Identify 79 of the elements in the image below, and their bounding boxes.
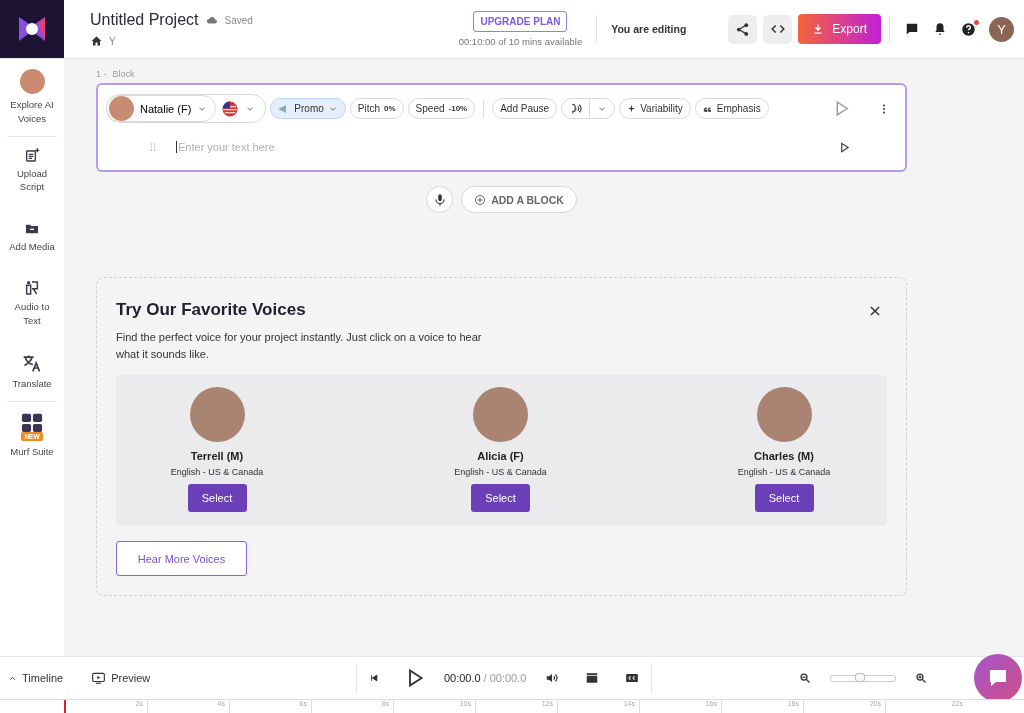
block-number: 1 - [96,69,107,79]
time-available: 00:10:00 of 10 mins available [458,36,583,47]
select-button[interactable]: Select [187,484,247,513]
block-label: Block [112,69,135,79]
sidebar-item[interactable]: Upload Script [4,144,60,197]
user-avatar[interactable]: Y [989,16,1014,42]
avatar-photo [109,96,134,121]
breadcrumb[interactable]: Y [109,35,116,47]
cloud-icon [204,14,219,26]
time-separator: / [483,672,487,684]
avatar-photo [19,69,45,94]
person-board-icon [24,279,40,296]
zoom-out-icon [799,672,811,684]
preview-button[interactable]: Preview [83,671,151,685]
sidebar-item[interactable]: Add Media [4,218,60,256]
close-button[interactable] [868,304,882,318]
share-icon [735,21,751,37]
app-logo[interactable] [0,0,64,58]
clapperboard-icon [585,671,600,685]
panel-title: Try Our Favorite Voices [116,300,306,320]
pitch-button[interactable]: Pitch 0% [349,98,404,119]
flag-icon [221,99,240,118]
sidebar-item[interactable]: Audio to Text [4,277,60,330]
skip-back-icon [368,673,379,683]
code-icon [770,22,785,36]
total-time: 00:00.0 [489,672,527,684]
sparkle-icon [627,104,637,113]
voice-name: Terrell (M) [190,450,244,463]
emphasis-button[interactable]: Emphasis [694,98,769,119]
home-icon [90,35,103,47]
microphone-icon [432,192,447,207]
voice-language: English - US & Canada [454,467,547,478]
play-icon [839,141,850,153]
zoom-slider[interactable] [854,672,865,682]
bell-icon [933,22,947,36]
voice-selector[interactable]: Natalie (F) [106,95,217,122]
voice-name: Alicia (F) [477,450,524,463]
save-status: Saved [224,14,253,26]
pronunciation-button[interactable] [561,98,616,119]
style-selector[interactable]: Promo [270,98,346,119]
grid-icon [20,412,44,435]
upgrade-plan-button[interactable]: UPGRADE PLAN [473,11,568,32]
chat-icon [905,22,919,36]
speaking-head-icon [569,102,583,115]
document-plus-icon [24,146,40,163]
monitor-icon [91,671,107,685]
voice-language: English - US & Canada [170,467,264,478]
export-button[interactable]: Export [798,14,881,44]
project-title[interactable]: Untitled Project [90,11,199,29]
drag-handle-icon [148,141,158,153]
sidebar-item[interactable]: Explore AI Voices [4,67,60,128]
download-icon [812,23,825,35]
zoom-in-icon [915,672,927,684]
speed-button[interactable]: Speed -10% [407,98,476,119]
editing-status: You are editing [611,23,687,35]
select-button[interactable]: Select [754,484,814,513]
select-button[interactable]: Select [471,484,530,513]
add-pause-button[interactable]: Add Pause [492,98,558,119]
voice-language: English - US & Canada [737,467,831,478]
timeline-toggle[interactable]: Timeline [0,672,64,684]
close-icon [868,304,882,318]
current-time: 00:00.0 [443,672,481,684]
avatar-photo [473,387,528,443]
hear-more-voices-button[interactable]: Hear More Voices [116,541,247,577]
script-text-field[interactable]: Enter your text here [176,141,824,153]
embed-code-button[interactable] [763,14,793,44]
voice-name: Charles (M) [754,450,814,463]
share-button[interactable] [728,14,758,44]
chat-button[interactable] [974,654,1022,702]
variability-button[interactable]: Variability [619,98,691,119]
add-block-button[interactable]: ADD A BLOCK [461,186,577,213]
record-button[interactable] [426,186,454,213]
sidebar-item[interactable]: Translate [4,351,60,394]
plus-circle-icon [474,193,487,206]
speaker-icon [545,671,560,685]
captions-icon [625,671,640,685]
translate-icon [22,353,42,374]
help-icon [961,21,976,37]
panel-description: Find the perfect voice for your project instantly. Just click on a voice to hear what it sounds like. [116,330,483,363]
